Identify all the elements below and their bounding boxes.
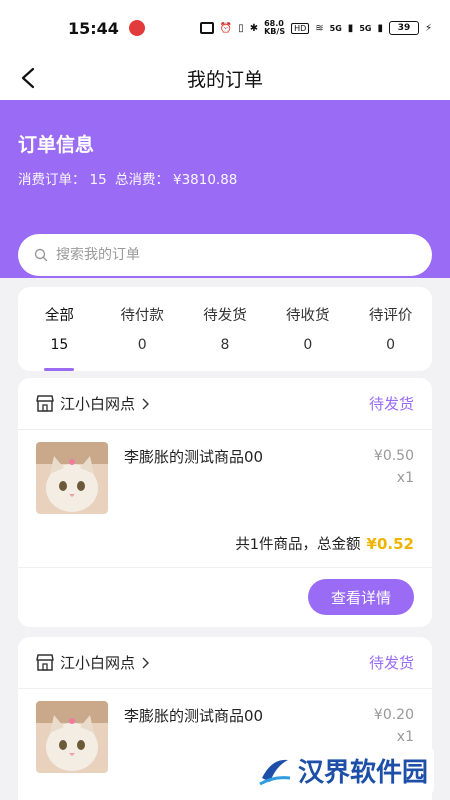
- tab-pending-receipt[interactable]: 待收货 0: [266, 287, 349, 371]
- watermark-text: 汉界软件园: [297, 758, 428, 788]
- tab-label: 待收货: [286, 308, 330, 324]
- tab-pending-shipment[interactable]: 待发货 8: [184, 287, 267, 371]
- signal-icon: ▮: [347, 22, 354, 34]
- store-icon: [36, 654, 54, 671]
- search-bar[interactable]: [18, 234, 432, 276]
- back-button[interactable]: [12, 62, 44, 94]
- orders-count: 15: [89, 172, 107, 188]
- chevron-left-icon: [21, 67, 35, 89]
- item-price: ¥0.20: [373, 707, 414, 723]
- tab-label: 待发货: [203, 308, 247, 324]
- spend-total: ¥3810.88: [172, 172, 238, 188]
- tab-pending-payment[interactable]: 待付款 0: [101, 287, 184, 371]
- bluetooth-icon: ✱: [249, 22, 259, 34]
- product-thumbnail: [36, 442, 108, 514]
- nfc-icon: [199, 22, 214, 34]
- order-card: 江小白网点 待发货 李膨胀的测试商品00 ¥0.50 x1 共1件商品，总金额 …: [18, 378, 432, 627]
- summary-stats: 消费订单： 15 总消费： ¥3810.88: [18, 168, 241, 188]
- product-thumbnail: [36, 701, 108, 773]
- tab-count: 0: [386, 337, 396, 353]
- signal-5g-2: 5G: [359, 23, 372, 33]
- chevron-right-icon: [142, 398, 150, 409]
- status-icons: ⏰ ▯ ✱ 68.0 KB/S HD ≋ 5G ▮ 5G ▮ 39 ⚡: [199, 19, 432, 36]
- store-icon: [36, 395, 54, 412]
- spend-label: 总消费：: [114, 172, 169, 188]
- item-quantity: x1: [396, 729, 414, 745]
- tab-count: 15: [50, 337, 69, 353]
- shop-link[interactable]: 江小白网点: [36, 393, 150, 414]
- view-details-button[interactable]: 查看详情: [308, 579, 414, 615]
- wifi-icon: ≋: [315, 22, 324, 34]
- order-status: 待发货: [368, 654, 414, 672]
- tab-count: 0: [137, 337, 147, 353]
- vibrate-icon: ▯: [238, 22, 244, 34]
- summary-title: 订单信息: [18, 134, 95, 156]
- order-item[interactable]: 李膨胀的测试商品00 ¥0.50 x1: [18, 430, 432, 520]
- order-status-tabs: 全部 15 待付款 0 待发货 8 待收货 0 待评价 0: [18, 287, 432, 371]
- page-title: 我的订单: [186, 68, 263, 91]
- nav-bar: 我的订单: [0, 56, 450, 100]
- signal-5g-1: 5G: [329, 23, 342, 33]
- chevron-right-icon: [142, 657, 150, 668]
- orders-label: 消费订单：: [18, 172, 86, 188]
- product-name: 李膨胀的测试商品00: [124, 448, 264, 466]
- battery-icon: 39: [388, 21, 419, 35]
- watermark-logo-icon: [259, 759, 291, 785]
- status-time: 15:44: [68, 18, 119, 38]
- tab-label: 待评价: [368, 308, 413, 324]
- shop-name: 江小白网点: [60, 395, 136, 413]
- watermark: 汉界软件园: [251, 748, 434, 793]
- tab-pending-review[interactable]: 待评价 0: [349, 287, 432, 371]
- order-header: 江小白网点 待发货: [18, 637, 432, 689]
- tab-count: 0: [303, 337, 313, 353]
- total-amount: ¥0.52: [366, 534, 414, 553]
- item-price: ¥0.50: [373, 448, 414, 464]
- alarm-icon: ⏰: [219, 22, 233, 34]
- order-actions: 查看详情: [18, 568, 432, 626]
- tab-label: 待付款: [120, 308, 164, 324]
- tab-label: 全部: [44, 308, 74, 324]
- total-text: 共1件商品，总金额: [235, 537, 361, 553]
- search-icon: [34, 248, 48, 262]
- charging-icon: ⚡: [424, 22, 432, 34]
- order-status: 待发货: [368, 395, 414, 413]
- shop-name: 江小白网点: [60, 654, 136, 672]
- net-speed: 68.0 KB/S: [264, 19, 286, 36]
- price-qty: ¥0.50 x1: [374, 442, 414, 520]
- order-total: 共1件商品，总金额 ¥0.52: [18, 520, 432, 568]
- item-quantity: x1: [396, 470, 414, 486]
- status-bar: 15:44 ⏰ ▯ ✱ 68.0 KB/S HD ≋ 5G ▮ 5G ▮ 39 …: [0, 0, 450, 56]
- order-header: 江小白网点 待发货: [18, 378, 432, 430]
- signal-icon: ▮: [377, 22, 383, 34]
- app-notification-icon: [128, 20, 145, 36]
- search-input[interactable]: [56, 247, 396, 263]
- tab-all[interactable]: 全部 15: [18, 287, 101, 371]
- shop-link[interactable]: 江小白网点: [36, 652, 150, 673]
- tab-count: 8: [220, 337, 230, 353]
- hd-badge: HD: [291, 22, 310, 34]
